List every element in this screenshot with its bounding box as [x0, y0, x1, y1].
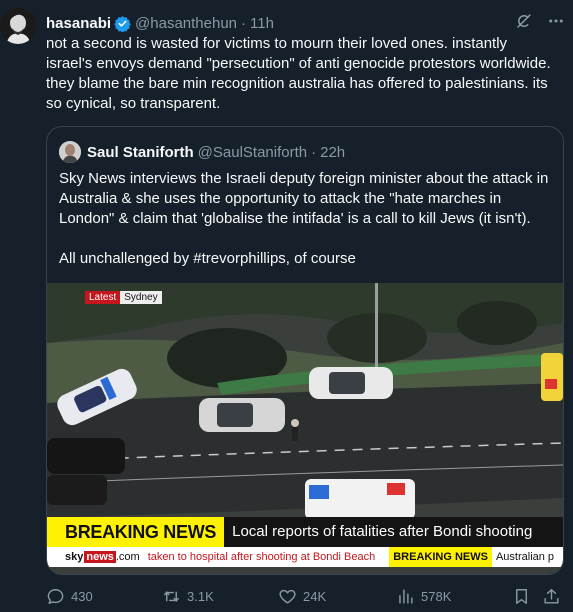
- tweet: hasanabi @hasanthehun · 11h not a second…: [0, 0, 573, 612]
- breaking-news-bar: BREAKING NEWS Local reports of fatalitie…: [47, 517, 563, 547]
- latest-tag: Latest: [85, 291, 121, 304]
- like-count: 24K: [303, 588, 327, 604]
- timestamp[interactable]: 11h: [250, 15, 274, 32]
- logo-com: .com: [115, 551, 140, 563]
- news-tag: Latest Sydney: [85, 291, 162, 304]
- separator: ·: [241, 14, 247, 32]
- quoted-display-name: Saul Staniforth: [87, 143, 194, 161]
- handle[interactable]: @hasanthehun: [135, 15, 237, 32]
- bookmark-button[interactable]: [512, 587, 531, 606]
- tweet-text: not a second is wasted for victims to mo…: [46, 35, 551, 112]
- share-button[interactable]: [542, 587, 561, 606]
- ticker-text: taken to hospital after shooting at Bond…: [147, 551, 376, 563]
- ticker-tail-text: Australian p: [495, 551, 555, 563]
- more-options-icon[interactable]: [547, 12, 565, 34]
- quoted-text: Sky News interviews the Israeli deputy f…: [59, 169, 555, 269]
- bookmark-icon: [512, 587, 531, 606]
- views-button[interactable]: 578K: [396, 587, 451, 606]
- breaking-news-label: BREAKING NEWS: [47, 517, 225, 547]
- reply-icon: [46, 587, 65, 606]
- quoted-tweet-header: Saul Staniforth @SaulStaniforth · 22h: [59, 141, 345, 163]
- reply-button[interactable]: 430: [46, 587, 93, 606]
- reply-count: 430: [71, 588, 93, 604]
- grok-icon[interactable]: [515, 12, 533, 34]
- quoted-text-paragraph-2: All unchallenged by #trevorphillips, of …: [59, 250, 356, 267]
- views-count: 578K: [421, 588, 452, 604]
- video-media[interactable]: Latest Sydney BREAKING NEWS Local report…: [47, 283, 563, 574]
- quoted-text-paragraph-1: Sky News interviews the Israeli deputy f…: [59, 170, 549, 227]
- quoted-tweet[interactable]: Saul Staniforth @SaulStaniforth · 22h Sk…: [46, 126, 564, 575]
- like-button[interactable]: 24K: [278, 587, 326, 606]
- views-icon: [396, 587, 415, 606]
- tweet-header: hasanabi @hasanthehun · 11h: [46, 12, 573, 34]
- verified-badge-icon: [114, 15, 131, 32]
- logo-sky: sky: [65, 551, 84, 563]
- quoted-timestamp: 22h: [320, 143, 346, 161]
- sky-news-logo: sky news .com: [47, 551, 146, 563]
- breaking-news-headline: Local reports of fatalities after Bondi …: [224, 517, 563, 547]
- ticker-breaking-label: BREAKING NEWS: [389, 547, 492, 567]
- share-icon: [542, 587, 561, 606]
- news-ticker: sky news .com taken to hospital after sh…: [47, 547, 563, 567]
- header-actions: [515, 12, 565, 34]
- quoted-avatar: [59, 141, 81, 163]
- quoted-separator: ·: [311, 143, 317, 161]
- logo-news: news: [84, 551, 116, 563]
- avatar[interactable]: [0, 8, 36, 44]
- heart-icon: [278, 587, 297, 606]
- action-bar: 430 3.1K 24K 578K: [46, 585, 566, 607]
- repost-count: 3.1K: [187, 588, 214, 604]
- quoted-handle: @SaulStaniforth: [197, 143, 308, 161]
- repost-button[interactable]: 3.1K: [162, 587, 214, 606]
- location-tag: Sydney: [120, 291, 162, 304]
- display-name[interactable]: hasanabi: [46, 15, 111, 32]
- repost-icon: [162, 587, 181, 606]
